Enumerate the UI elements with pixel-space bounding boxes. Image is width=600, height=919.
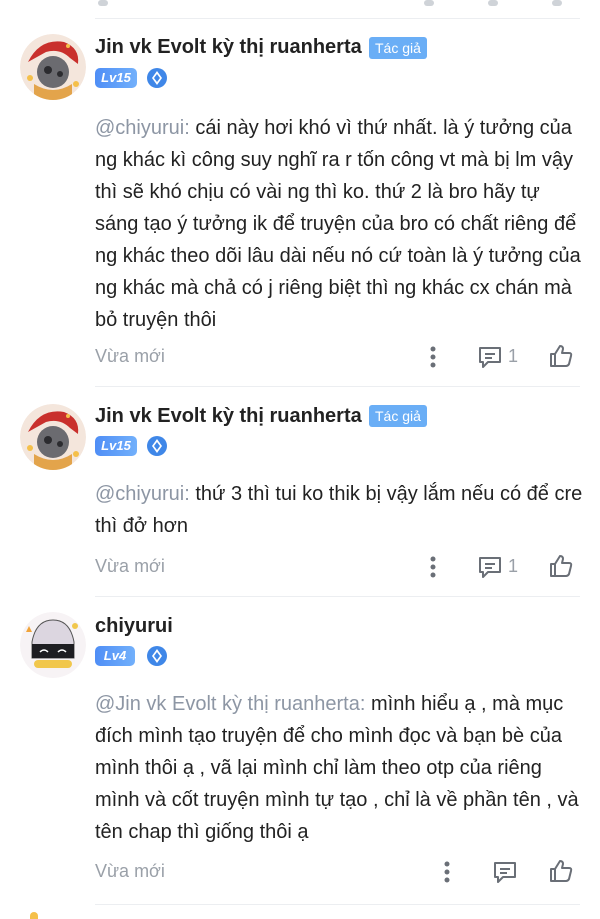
author-badge: Tác giả (369, 37, 427, 59)
comment-text: @Jin vk Evolt kỳ thị ruanherta: mình hiể… (95, 688, 585, 848)
divider (95, 904, 580, 905)
timestamp: Vừa mới (95, 346, 165, 366)
level-badge: Lv4 (95, 646, 135, 666)
mention-link[interactable]: @chiyurui: (95, 483, 190, 505)
avatar[interactable] (20, 34, 86, 100)
verified-icon (146, 435, 168, 457)
username[interactable]: Jin vk Evolt kỳ thị ruanherta (95, 36, 362, 59)
verified-icon (146, 67, 168, 89)
previous-comment-fragment (0, 0, 600, 18)
divider (95, 596, 580, 597)
more-vertical-icon[interactable] (443, 860, 451, 884)
reply-comment-icon[interactable] (477, 345, 503, 369)
mention-link[interactable]: @chiyurui: (95, 117, 190, 139)
timestamp: Vừa mới (95, 556, 165, 576)
more-vertical-icon[interactable] (429, 345, 437, 369)
comment-text: @chiyurui: cái này hơi khó vì thứ nhất. … (95, 112, 585, 336)
reply-comment-icon[interactable] (477, 555, 503, 579)
comment-body: mình hiểu ạ , mà mục đích mình tạo truyệ… (95, 693, 579, 843)
thumbs-up-icon[interactable] (548, 553, 574, 579)
username[interactable]: chiyurui (95, 615, 173, 638)
level-badge: Lv15 (95, 68, 137, 88)
reply-count: 1 (508, 556, 519, 576)
username[interactable]: Jin vk Evolt kỳ thị ruanherta (95, 405, 362, 428)
comment-text: @chiyurui: thứ 3 thì tui ko thik bị vậy … (95, 478, 585, 542)
author-badge: Tác giả (369, 405, 427, 427)
verified-icon (146, 645, 168, 667)
reply-comment-icon[interactable] (492, 860, 518, 884)
thumbs-up-icon[interactable] (548, 343, 574, 369)
divider (95, 386, 580, 387)
level-badge: Lv15 (95, 436, 137, 456)
more-vertical-icon[interactable] (429, 555, 437, 579)
divider (95, 18, 580, 19)
thumbs-up-icon[interactable] (548, 858, 574, 884)
timestamp: Vừa mới (95, 861, 165, 881)
mention-link[interactable]: @Jin vk Evolt kỳ thị ruanherta: (95, 693, 365, 715)
comment-body: cái này hơi khó vì thứ nhất. là ý tưởng … (95, 117, 581, 331)
avatar[interactable] (20, 404, 86, 470)
reply-count: 1 (508, 346, 519, 366)
next-avatar-fragment (30, 912, 38, 919)
avatar[interactable] (20, 612, 86, 678)
